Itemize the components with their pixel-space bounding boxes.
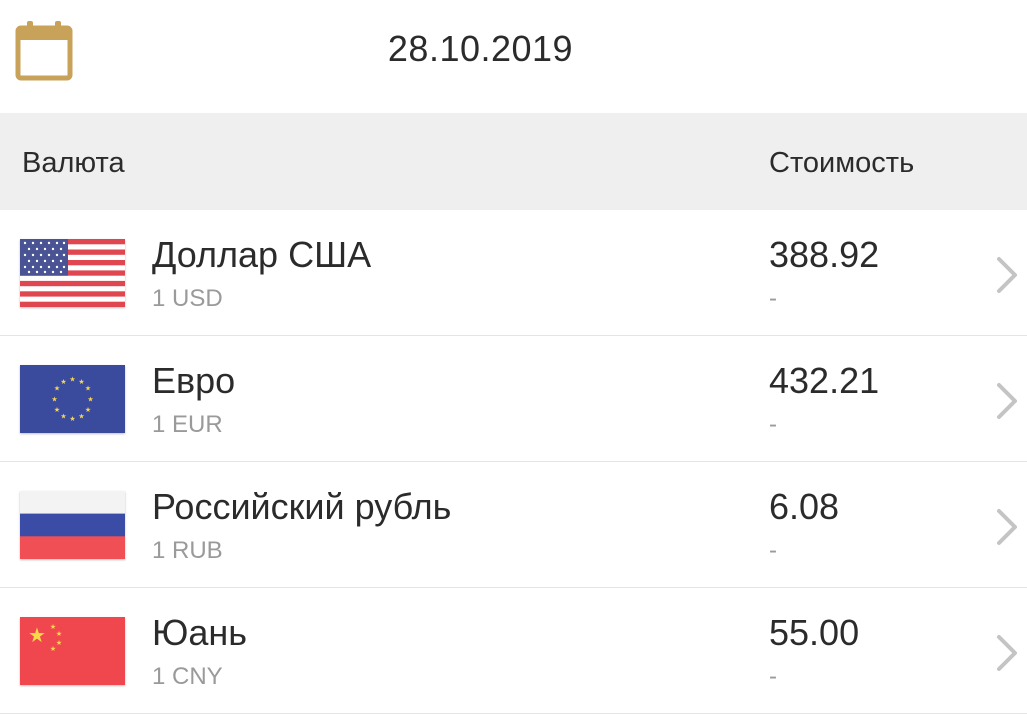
currency-list: Доллар США 1 USD 388.92 - ★ ★ ★ ★ ★ ★ ★ …	[0, 210, 1027, 714]
chevron-right-icon	[993, 255, 1023, 295]
currency-price: 6.08	[769, 486, 840, 527]
column-header-price: Стоимость	[769, 147, 915, 179]
svg-text:★: ★	[50, 645, 56, 653]
eu-flag-icon: ★ ★ ★ ★ ★ ★ ★ ★ ★ ★ ★ ★	[20, 365, 125, 433]
svg-text:★: ★	[85, 406, 91, 414]
currency-price: 388.92	[769, 234, 880, 275]
currency-row-usd[interactable]: Доллар США 1 USD 388.92 -	[0, 210, 1027, 336]
svg-text:★: ★	[54, 406, 60, 414]
svg-text:★: ★	[69, 415, 75, 423]
currency-change: -	[769, 663, 777, 690]
currency-name: Российский рубль	[152, 486, 452, 527]
currency-price: 55.00	[769, 612, 860, 653]
selected-date[interactable]: 28.10.2019	[0, 28, 1027, 70]
svg-text:★: ★	[56, 639, 62, 647]
currency-unit: 1 EUR	[152, 411, 223, 438]
us-flag-icon	[20, 239, 125, 307]
currency-unit: 1 RUB	[152, 537, 223, 564]
svg-text:★: ★	[85, 385, 91, 393]
currency-change: -	[769, 411, 777, 438]
currency-change: -	[769, 537, 777, 564]
currency-name: Доллар США	[152, 234, 372, 275]
svg-text:★: ★	[28, 623, 46, 647]
svg-text:★: ★	[60, 378, 66, 386]
svg-text:★: ★	[56, 630, 62, 638]
currency-price: 432.21	[769, 360, 880, 401]
currency-name: Юань	[152, 612, 248, 653]
svg-text:★: ★	[78, 378, 84, 386]
currency-unit: 1 USD	[152, 285, 223, 312]
chevron-right-icon	[993, 381, 1023, 421]
cn-flag-icon: ★ ★ ★ ★ ★	[20, 617, 125, 685]
svg-text:★: ★	[78, 413, 84, 421]
currency-name: Евро	[152, 360, 236, 401]
column-header-currency: Валюта	[22, 147, 125, 179]
chevron-right-icon	[993, 507, 1023, 547]
column-header: Валюта Стоимость	[0, 113, 1027, 210]
svg-text:★: ★	[51, 396, 57, 404]
chevron-right-icon	[993, 633, 1023, 673]
currency-change: -	[769, 285, 777, 312]
currency-row-eur[interactable]: ★ ★ ★ ★ ★ ★ ★ ★ ★ ★ ★ ★ Евро 1 EUR 432.2…	[0, 336, 1027, 462]
svg-text:★: ★	[60, 413, 66, 421]
currency-unit: 1 CNY	[152, 663, 223, 690]
currency-row-rub[interactable]: Российский рубль 1 RUB 6.08 -	[0, 462, 1027, 588]
svg-text:★: ★	[87, 396, 93, 404]
header: 28.10.2019	[0, 0, 1027, 113]
currency-row-cny[interactable]: ★ ★ ★ ★ ★ Юань 1 CNY 55.00 -	[0, 588, 1027, 714]
svg-text:★: ★	[54, 385, 60, 393]
svg-text:★: ★	[69, 376, 75, 384]
ru-flag-icon	[20, 491, 125, 559]
